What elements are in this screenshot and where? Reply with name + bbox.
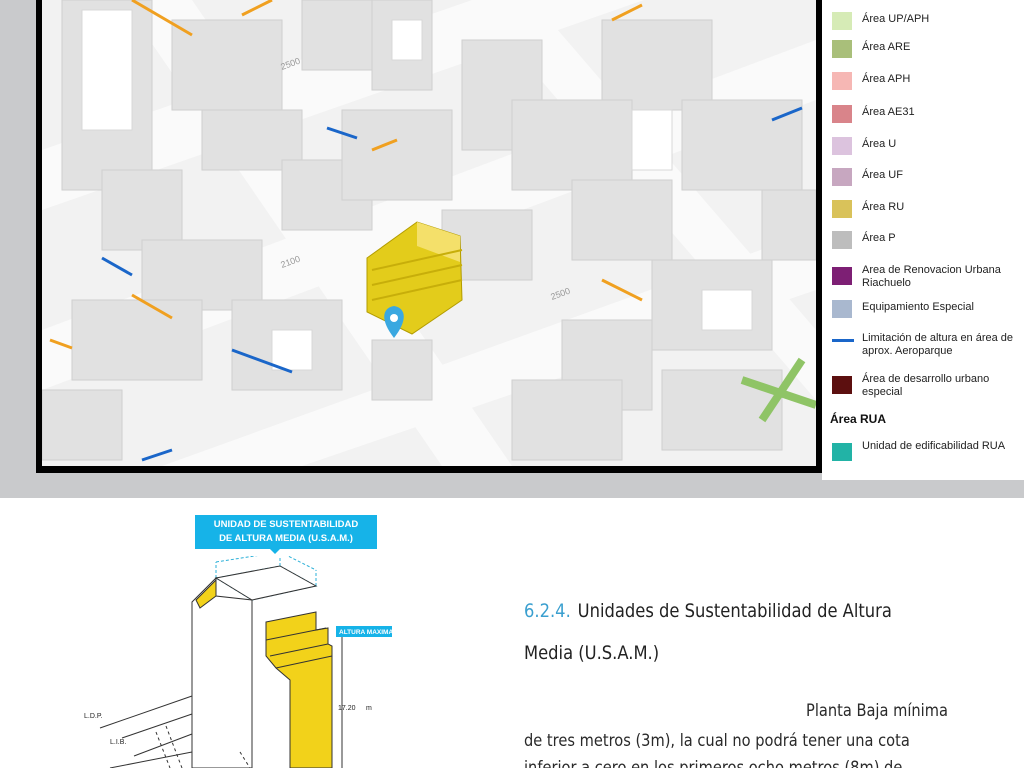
legend-label: Área de desarrollo urbano especial — [862, 373, 990, 398]
legend-label: Area de Renovacion Urbana Riachuelo — [862, 264, 1001, 289]
legend-swatch — [832, 12, 852, 30]
legend-swatch — [832, 137, 852, 155]
legend-label: Unidad de edificabilidad RUA — [862, 440, 1006, 452]
legend-swatch — [832, 376, 852, 394]
ldp-label: L.D.P. — [84, 713, 103, 720]
legend-item-p: Área P — [832, 231, 1024, 263]
street-label: 2500 — [549, 286, 571, 302]
legend-item-rua: Unidad de edificabilidad RUA — [832, 439, 1024, 473]
map-section: 2100 2500 2500 Área UP/APH Área ARE Área… — [0, 0, 1024, 498]
legend-item-are: Área ARE — [832, 40, 1024, 72]
legend-label: Área APH — [862, 73, 911, 85]
zoning-map[interactable]: 2100 2500 2500 — [42, 0, 816, 466]
legend-swatch — [832, 40, 852, 58]
callout-pointer — [268, 547, 282, 554]
legend-swatch — [832, 267, 852, 285]
map-frame: 2100 2500 2500 — [36, 0, 822, 473]
paragraph-line: Planta Baja mínima — [806, 701, 948, 721]
paragraph-line: inferior a cero en los primeros ocho met… — [524, 758, 903, 768]
callout-line: DE ALTURA MEDIA (U.S.A.M.) — [219, 533, 353, 544]
legend-swatch — [832, 168, 852, 186]
legend-label: Área U — [862, 138, 897, 150]
legend-item-aph: Área APH — [832, 72, 1024, 104]
legend-label: Área AE31 — [862, 106, 915, 118]
section-title: 6.2.4. Unidades de Sustentabilidad de Alt… — [524, 590, 928, 674]
legend-swatch — [832, 231, 852, 249]
section-title-line: Unidades de Sustentabilidad de Altura — [577, 600, 892, 622]
legend-item-ru: Área RU — [832, 200, 1024, 232]
legend-item-desarrollo: Área de desarrollo urbano especial — [832, 372, 1024, 406]
paragraph-line: de tres metros (3m), la cual no podrá te… — [524, 731, 910, 751]
legend-swatch — [832, 105, 852, 123]
legend-label: Área P — [862, 232, 896, 244]
legend-line-swatch — [832, 339, 854, 342]
lib-label: L.I.B. — [110, 739, 126, 746]
legend-swatch — [832, 443, 852, 461]
legend-swatch — [832, 200, 852, 218]
legend-label: Limitación de altura en área de aprox. A… — [862, 332, 1014, 357]
legend-heading-rua: Área RUA — [830, 412, 887, 426]
legend-label: Equipamiento Especial — [862, 301, 974, 313]
section-number: 6.2.4. — [524, 600, 571, 622]
legend-swatch — [832, 300, 852, 318]
legend-item-equipamiento: Equipamiento Especial — [832, 300, 1024, 332]
legend-item-riachuelo: Area de Renovacion Urbana Riachuelo — [832, 263, 1024, 297]
section-title-line: Media (U.S.A.M.) — [524, 642, 660, 664]
document-page: UNIDAD DE SUSTENTABILIDAD DE ALTURA MEDI… — [0, 498, 1024, 768]
usam-building-diagram: ALTURA MAXIMA 17.20 m L.D.P. L.I.B. — [84, 556, 393, 768]
height-value: 17.20 — [338, 705, 356, 712]
legend-label: Área RU — [862, 201, 905, 213]
callout-line: UNIDAD DE SUSTENTABILIDAD — [213, 519, 359, 530]
legend-label: Área UF — [862, 169, 903, 181]
legend-swatch — [832, 72, 852, 90]
legend-item-uf: Área UF — [832, 168, 1024, 200]
legend-item-aeroparque: Limitación de altura en área de aprox. A… — [832, 331, 1024, 365]
usam-callout: UNIDAD DE SUSTENTABILIDAD DE ALTURA MEDI… — [195, 515, 377, 549]
legend-label: Área ARE — [862, 41, 911, 53]
map-canvas: 2100 2500 2500 — [42, 0, 816, 466]
legend-item-u: Área U — [832, 137, 1024, 169]
height-unit: m — [366, 705, 372, 712]
map-legend: Área UP/APH Área ARE Área APH Área AE31 … — [822, 0, 1024, 480]
legend-item-ae31: Área AE31 — [832, 105, 1024, 137]
legend-label: Área UP/APH — [862, 13, 930, 25]
altura-maxima-label: ALTURA MAXIMA — [339, 629, 393, 636]
